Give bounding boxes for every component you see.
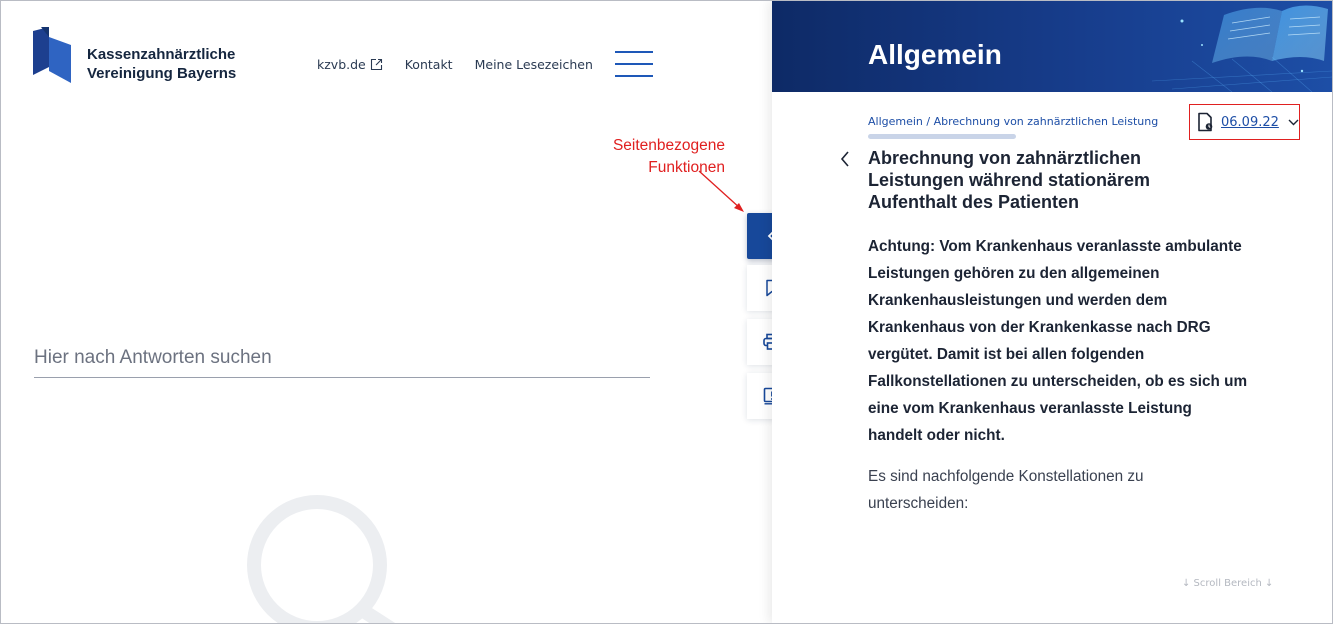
breadcrumb[interactable]: Allgemein / Abrechnung von zahnärztliche… <box>868 115 1158 128</box>
paragraph-line: vergütet. Damit ist bei allen folgenden <box>868 346 1145 363</box>
panel-header: Allgemein <box>772 1 1332 92</box>
panel-header-title: Allgemein <box>868 39 1002 70</box>
paragraph-line: Leistungen gehören zu den allgemeinen <box>868 265 1160 282</box>
version-date: 06.09.22 <box>1221 114 1279 130</box>
paragraph-line: eine vom Krankenhaus veranlasste Leistun… <box>868 400 1192 417</box>
external-link-icon <box>370 58 382 71</box>
main-pane: Kassenzahnärztliche Vereinigung Bayerns … <box>1 1 797 623</box>
hamburger-menu-icon[interactable] <box>615 51 653 77</box>
paragraph-line: Fallkonstellationen zu unterscheiden, ob… <box>868 373 1248 390</box>
app-frame: Kassenzahnärztliche Vereinigung Bayerns … <box>0 0 1333 624</box>
org-name-line1: Kassenzahnärztliche <box>87 46 236 63</box>
annotation-line1: Seitenbezogene <box>612 137 725 154</box>
body-paragraph: Es sind nachfolgende Konstellationen zu … <box>868 463 1268 517</box>
nav-link-kzvb[interactable]: kzvb.de <box>317 57 383 72</box>
paragraph-line: Achtung: Vom Krankenhaus veranlasste amb… <box>868 238 1242 255</box>
paragraph-line: unterscheiden: <box>868 495 969 512</box>
search-input[interactable] <box>34 339 650 378</box>
book-laptop-illustration-icon <box>1152 5 1332 92</box>
paragraph-line: Es sind nachfolgende Konstellationen zu <box>868 468 1144 485</box>
warning-paragraph: Achtung: Vom Krankenhaus veranlasste amb… <box>868 233 1298 449</box>
nav-link-bookmarks[interactable]: Meine Lesezeichen <box>475 57 593 72</box>
org-name-line2: Vereinigung Bayerns <box>87 65 237 82</box>
paragraph-line: handelt oder nicht. <box>868 427 1005 444</box>
article-title-line: Aufenthalt des Patienten <box>868 192 1080 212</box>
top-navigation: kzvb.de Kontakt Meine Lesezeichen <box>317 57 593 72</box>
annotation-arrow-icon <box>698 170 744 212</box>
back-chevron-icon[interactable] <box>836 149 856 169</box>
article-title-line: Abrechnung von zahnärztlichen <box>868 148 1142 168</box>
scroll-hint: ↓ Scroll Bereich ↓ <box>1182 578 1274 589</box>
paragraph-line: Krankenhaus von der Krankenkasse nach DR… <box>868 319 1211 336</box>
nav-link-kzvb-label: kzvb.de <box>317 57 366 72</box>
kzvb-logo[interactable] <box>33 27 73 83</box>
magnifier-icon <box>247 495 396 623</box>
article-title: Abrechnung von zahnärztlichen Leistungen… <box>868 147 1168 213</box>
article-title-line: Leistungen während stationärem <box>868 170 1151 190</box>
nav-link-contact[interactable]: Kontakt <box>405 57 453 72</box>
breadcrumb-progress-bar <box>868 134 1016 139</box>
document-version-icon <box>1198 112 1213 132</box>
org-name[interactable]: Kassenzahnärztliche Vereinigung Bayerns <box>87 45 236 83</box>
chevron-down-icon <box>1288 119 1299 125</box>
paragraph-line: Krankenhausleistungen und werden dem <box>868 292 1168 309</box>
article-panel: Allgemein Allgemein / Abrechnung von zah… <box>772 1 1332 623</box>
version-date-dropdown[interactable]: 06.09.22 <box>1189 104 1300 140</box>
